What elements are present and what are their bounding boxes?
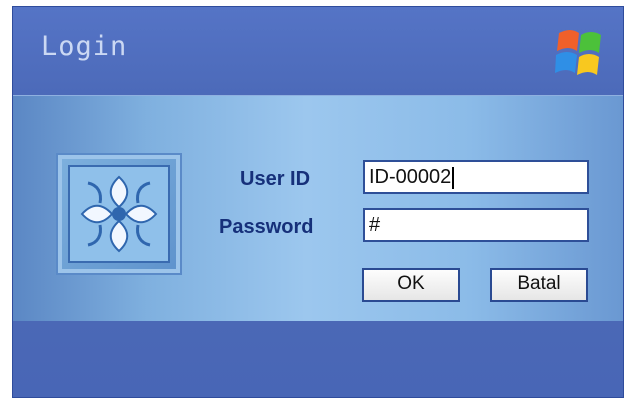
footer-bar [13,321,623,397]
password-label: Password [219,216,314,238]
password-input[interactable]: # [363,208,589,242]
ornament-emblem-icon [68,165,170,263]
password-input-value: # [369,214,381,236]
text-caret [452,166,455,189]
login-panel: User ID Password ID-00002 # OK Batal [13,95,623,322]
cancel-button[interactable]: Batal [490,268,588,302]
userid-input-value: ID-00002 [369,166,452,188]
userid-label: User ID [240,168,311,190]
title-bar: Login [13,7,623,95]
login-window: Login User ID Password ID-00002 # OK Bat… [12,6,624,398]
window-title: Login [41,31,128,62]
userid-input[interactable]: ID-00002 [363,160,589,194]
ok-button[interactable]: OK [362,268,460,302]
emblem-frame [56,153,182,275]
windows-logo-icon [555,30,601,75]
